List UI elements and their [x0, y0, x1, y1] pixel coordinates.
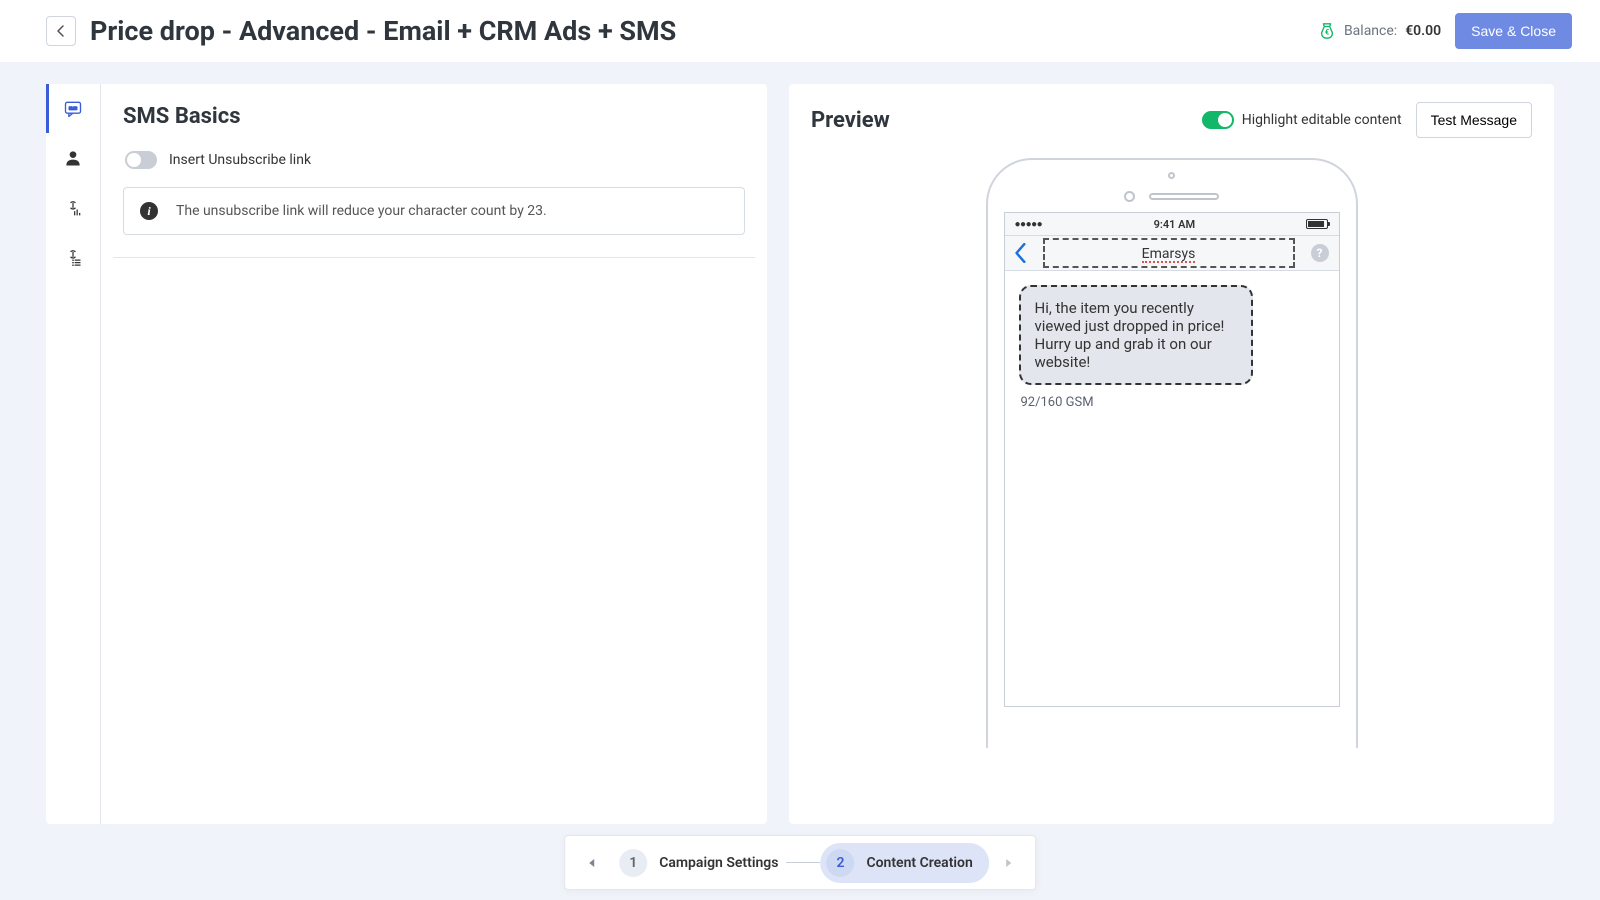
- phone-hardware-top: [1004, 172, 1340, 202]
- page-title: Price drop - Advanced - Email + CRM Ads …: [90, 15, 676, 47]
- highlight-toggle[interactable]: [1202, 111, 1234, 129]
- balance-label: Balance:: [1344, 23, 1397, 39]
- link-list-icon: [63, 246, 83, 266]
- side-tab-sms[interactable]: SMS: [46, 84, 100, 133]
- unsubscribe-toggle-row: Insert Unsubscribe link: [125, 151, 745, 169]
- highlight-toggle-row: Highlight editable content: [1202, 111, 1402, 129]
- info-text: The unsubscribe link will reduce your ch…: [176, 203, 547, 219]
- side-tab-link-list[interactable]: [46, 231, 100, 280]
- back-button[interactable]: [46, 16, 76, 46]
- triangle-left-icon: [588, 858, 596, 868]
- balance-display: € Balance: €0.00: [1318, 22, 1441, 40]
- test-message-button[interactable]: Test Message: [1416, 102, 1532, 138]
- header-right: € Balance: €0.00 Save & Close: [1318, 13, 1572, 49]
- phone-speaker-icon: [1149, 193, 1219, 200]
- preview-controls: Highlight editable content Test Message: [1202, 102, 1532, 138]
- step-connector: [786, 862, 820, 863]
- step-label: Campaign Settings: [659, 855, 778, 871]
- stepper-next-button[interactable]: [989, 844, 1027, 882]
- highlight-toggle-label: Highlight editable content: [1242, 112, 1402, 128]
- side-tab-link-stats[interactable]: [46, 182, 100, 231]
- svg-text:SMS: SMS: [69, 106, 78, 111]
- balance-value: €0.00: [1405, 23, 1441, 39]
- message-area: Hi, the item you recently viewed just dr…: [1005, 271, 1339, 706]
- side-tab-nav: SMS: [46, 84, 101, 824]
- save-close-button[interactable]: Save & Close: [1455, 13, 1572, 49]
- preview-title: Preview: [811, 108, 890, 133]
- sms-icon: SMS: [63, 99, 83, 119]
- sender-field[interactable]: Emarsys: [1043, 238, 1295, 269]
- person-icon: [63, 148, 83, 168]
- phone-sensor-icon: [1124, 191, 1135, 202]
- phone-preview-wrap: ●●●●● 9:41 AM Emarsys ? Hi, the item you…: [811, 158, 1532, 748]
- phone-screen: ●●●●● 9:41 AM Emarsys ? Hi, the item you…: [1004, 212, 1340, 707]
- side-tab-person[interactable]: [46, 133, 100, 182]
- message-bubble[interactable]: Hi, the item you recently viewed just dr…: [1019, 285, 1253, 385]
- phone-status-bar: ●●●●● 9:41 AM: [1005, 213, 1339, 235]
- wizard-stepper: 1 Campaign Settings 2 Content Creation: [564, 835, 1036, 890]
- header-left: Price drop - Advanced - Email + CRM Ads …: [46, 15, 676, 47]
- phone-mockup: ●●●●● 9:41 AM Emarsys ? Hi, the item you…: [986, 158, 1358, 748]
- section-title: SMS Basics: [123, 104, 745, 129]
- link-stats-icon: [63, 197, 83, 217]
- stepper-prev-button[interactable]: [573, 844, 611, 882]
- phone-time: 9:41 AM: [1154, 218, 1196, 231]
- info-box: i The unsubscribe link will reduce your …: [123, 187, 745, 235]
- unsubscribe-toggle[interactable]: [125, 151, 157, 169]
- step-number: 2: [826, 849, 854, 877]
- signal-icon: ●●●●●: [1015, 219, 1043, 230]
- step-number: 1: [619, 849, 647, 877]
- step-content-creation[interactable]: 2 Content Creation: [820, 843, 988, 883]
- sender-name: Emarsys: [1142, 247, 1196, 264]
- page-header: Price drop - Advanced - Email + CRM Ads …: [0, 0, 1600, 62]
- sms-basics-panel: SMS SMS Basics Insert Unsubscribe link i…: [46, 84, 767, 824]
- info-icon: i: [140, 202, 158, 220]
- triangle-right-icon: [1004, 858, 1012, 868]
- divider: [113, 257, 755, 258]
- phone-camera-icon: [1168, 172, 1175, 179]
- money-bag-icon: €: [1318, 22, 1336, 40]
- help-icon[interactable]: ?: [1311, 244, 1329, 262]
- preview-header: Preview Highlight editable content Test …: [811, 102, 1532, 138]
- sms-basics-body: SMS Basics Insert Unsubscribe link i The…: [101, 84, 767, 824]
- unsubscribe-toggle-label: Insert Unsubscribe link: [169, 152, 311, 168]
- chevron-left-icon: [57, 25, 65, 37]
- step-label: Content Creation: [866, 855, 972, 871]
- preview-panel: Preview Highlight editable content Test …: [789, 84, 1554, 824]
- phone-nav-bar: Emarsys ?: [1005, 235, 1339, 271]
- character-count: 92/160 GSM: [1021, 395, 1325, 410]
- battery-icon: [1306, 219, 1328, 229]
- phone-back-icon: [1015, 243, 1027, 263]
- step-campaign-settings[interactable]: 1 Campaign Settings: [611, 843, 786, 883]
- svg-text:€: €: [1325, 28, 1329, 37]
